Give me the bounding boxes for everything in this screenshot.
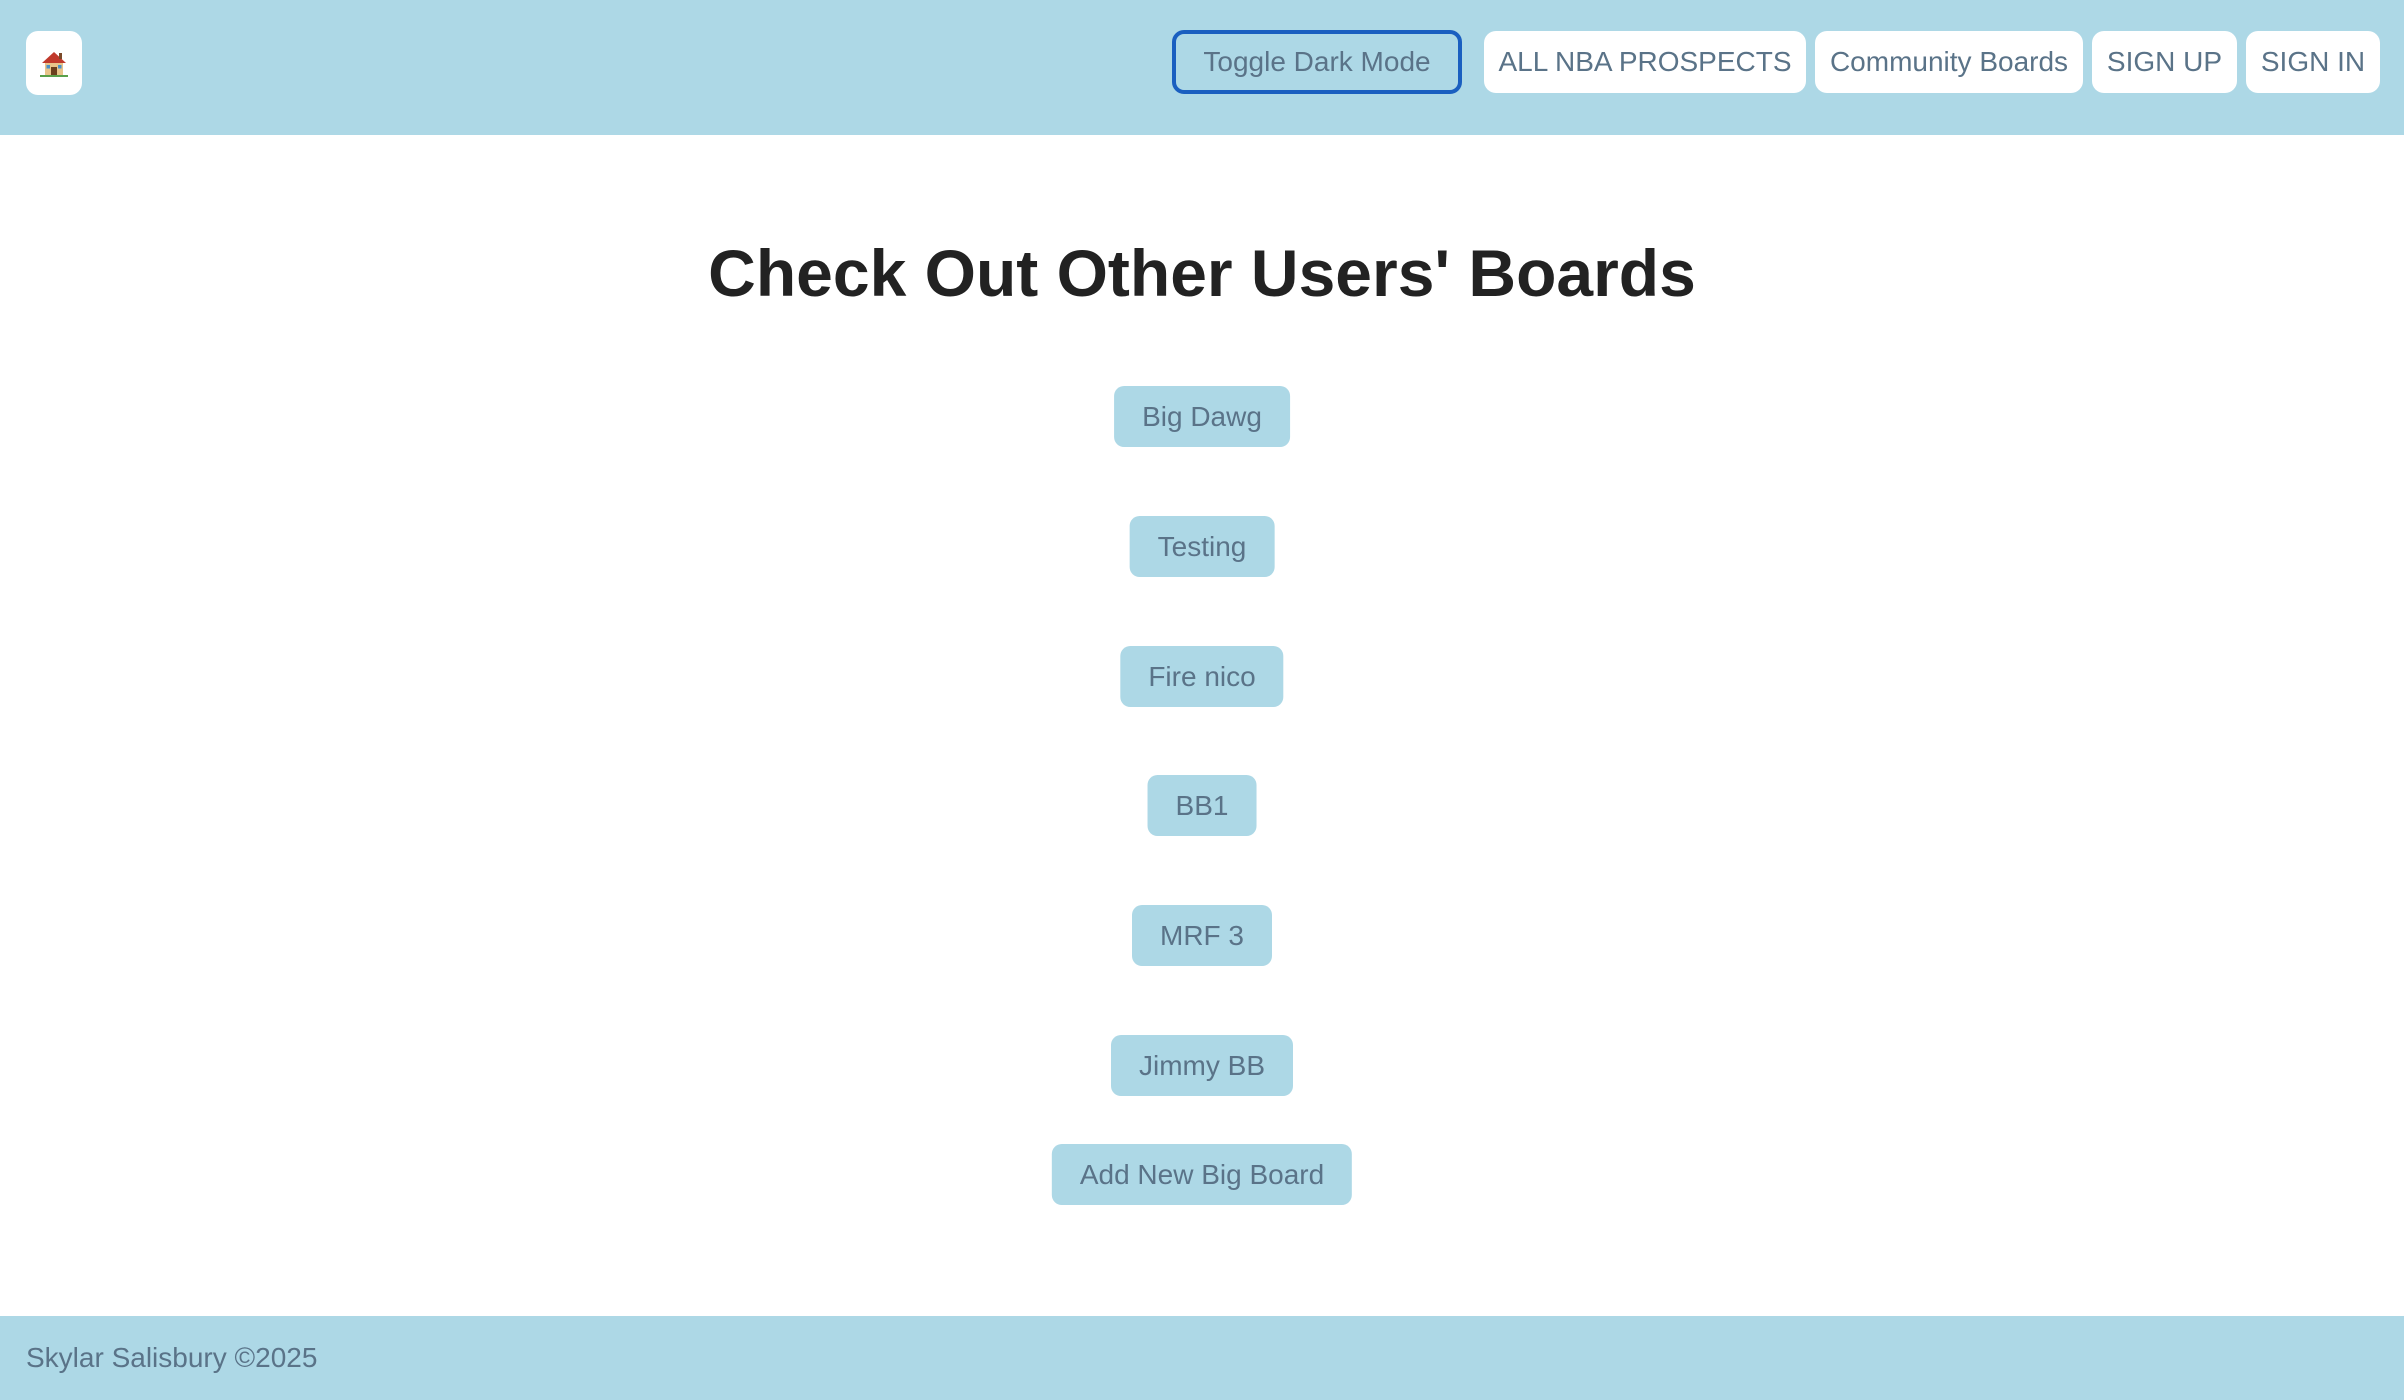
board-link-bb1[interactable]: BB1 <box>1147 775 1257 836</box>
top-nav-bar: Toggle Dark Mode ALL NBA PROSPECTS Commu… <box>0 0 2404 135</box>
nav-all-nba-prospects[interactable]: ALL NBA PROSPECTS <box>1484 31 1806 93</box>
footer: Skylar Salisbury ©2025 <box>0 1316 2404 1400</box>
board-link-big-dawg[interactable]: Big Dawg <box>1114 386 1290 447</box>
nav-community-boards[interactable]: Community Boards <box>1815 31 2083 93</box>
toggle-dark-mode-button[interactable]: Toggle Dark Mode <box>1172 30 1462 94</box>
house-icon <box>40 52 68 77</box>
board-link-fire-nico[interactable]: Fire nico <box>1120 646 1284 707</box>
page: Toggle Dark Mode ALL NBA PROSPECTS Commu… <box>0 0 2404 1400</box>
board-link-jimmy-bb[interactable]: Jimmy BB <box>1111 1035 1293 1096</box>
board-link-testing[interactable]: Testing <box>1129 516 1275 577</box>
page-title: Check Out Other Users' Boards <box>708 236 1696 310</box>
main-content: Check Out Other Users' Boards Big Dawg T… <box>0 135 2404 1316</box>
home-button[interactable] <box>26 31 82 95</box>
board-link-mrf-3[interactable]: MRF 3 <box>1132 905 1272 966</box>
add-new-big-board-button[interactable]: Add New Big Board <box>1051 1144 1353 1205</box>
nav-sign-in[interactable]: SIGN IN <box>2246 31 2380 93</box>
nav-sign-up[interactable]: SIGN UP <box>2092 31 2237 93</box>
footer-copyright: Skylar Salisbury ©2025 <box>26 1342 318 1373</box>
main-nav: Toggle Dark Mode ALL NBA PROSPECTS Commu… <box>1172 30 2380 94</box>
